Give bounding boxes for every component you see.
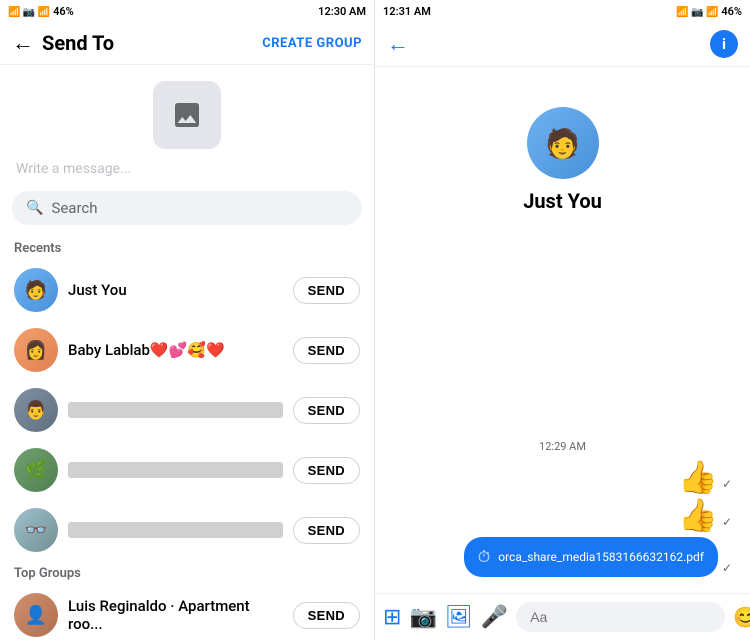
list-item[interactable]: 👨 SEND — [0, 380, 374, 440]
chat-back-button[interactable]: ← — [387, 31, 710, 57]
message-row: ⏱ orca_share_media1583166632162.pdf ✓ — [393, 537, 732, 577]
contact-name-blurred — [68, 402, 283, 418]
info-button[interactable]: i — [710, 30, 738, 58]
chat-profile: 🧑 Just You — [385, 77, 740, 233]
emoji-icon[interactable]: 😊 — [733, 605, 750, 629]
check-icon-2: ✓ — [722, 515, 732, 529]
right-time: 12:31 AM — [383, 5, 431, 18]
mic-icon[interactable]: 🎤 — [481, 605, 508, 630]
list-item[interactable]: 🧑 Just You SEND — [0, 260, 374, 320]
file-name: orca_share_media1583166632162.pdf — [498, 550, 704, 564]
avatar: 👤 — [14, 593, 58, 637]
avatar: 🧑 — [14, 268, 58, 312]
top-groups-label: Top Groups — [0, 560, 374, 585]
avatar: 👨 — [14, 388, 58, 432]
chat-contact-name: Just You — [523, 189, 602, 213]
avatar: 🌿 — [14, 448, 58, 492]
send-button-luis[interactable]: SEND — [293, 602, 360, 629]
image-preview-container — [0, 65, 374, 157]
status-bar-container: 📶 📷 📶 46% 12:30 AM 12:31 AM 📶 📷 📶 46% — [0, 0, 750, 22]
thumbs-up-message-2: 👍 — [678, 499, 718, 531]
chat-avatar: 🧑 — [527, 107, 599, 179]
right-status-bar: 12:31 AM 📶 📷 📶 46% — [375, 0, 750, 22]
right-signal-icons: 📶 📷 📶 46% — [676, 5, 742, 18]
message-row: 👍 ✓ — [393, 499, 732, 531]
search-icon: 🔍 — [26, 200, 43, 216]
contact-name: Baby Lablab❤️💕🥰❤️ — [68, 341, 283, 359]
send-button-baby[interactable]: SEND — [293, 337, 360, 364]
back-button[interactable]: ← — [12, 30, 34, 56]
contact-name: Luis Reginaldo · Apartment roo... — [68, 597, 283, 633]
main-split: ← Send To CREATE GROUP Write a message..… — [0, 22, 750, 640]
write-message-placeholder: Write a message... — [0, 157, 374, 187]
contact-list: Recents 🧑 Just You SEND 👩 Baby Lablab❤️💕… — [0, 235, 374, 640]
contact-name: Just You — [68, 281, 283, 299]
check-icon-3: ✓ — [722, 561, 732, 575]
create-group-button[interactable]: CREATE GROUP — [262, 36, 362, 51]
send-button-3[interactable]: SEND — [293, 397, 360, 424]
contact-name-blurred — [68, 462, 283, 478]
message-row: 👍 ✓ — [393, 461, 732, 493]
file-icon: ⏱ — [478, 547, 490, 567]
right-header: ← i — [375, 22, 750, 67]
chat-input[interactable] — [516, 602, 725, 632]
chat-input-bar: ⊞ 📷 🖼 🎤 😊 👍 — [375, 593, 750, 640]
list-item[interactable]: 👩 Baby Lablab❤️💕🥰❤️ SEND — [0, 320, 374, 380]
image-preview-box — [153, 81, 221, 149]
left-header: ← Send To CREATE GROUP — [0, 22, 374, 65]
thumbs-up-message-1: 👍 — [678, 461, 718, 493]
page-title: Send To — [42, 31, 262, 55]
file-message[interactable]: ⏱ orca_share_media1583166632162.pdf — [464, 537, 718, 577]
right-panel: ← i 🧑 Just You 12:29 AM 👍 ✓ 👍 — [375, 22, 750, 640]
search-bar[interactable]: 🔍 Search — [12, 191, 362, 225]
chat-area: 🧑 Just You 12:29 AM 👍 ✓ 👍 ✓ — [375, 67, 750, 593]
photo-icon[interactable]: 🖼 — [445, 605, 473, 630]
grid-icon[interactable]: ⊞ — [383, 605, 401, 630]
search-label: Search — [51, 199, 97, 217]
left-signal-icons: 📶 📷 📶 46% — [8, 5, 74, 18]
list-item[interactable]: 👓 SEND — [0, 500, 374, 560]
list-item[interactable]: 🌿 SEND — [0, 440, 374, 500]
message-timestamp: 12:29 AM — [393, 440, 732, 453]
contact-name-blurred — [68, 522, 283, 538]
send-button-4[interactable]: SEND — [293, 457, 360, 484]
camera-icon[interactable]: 📷 — [409, 605, 436, 630]
avatar: 👓 — [14, 508, 58, 552]
list-item[interactable]: 👤 Luis Reginaldo · Apartment roo... SEND — [0, 585, 374, 640]
send-button-5[interactable]: SEND — [293, 517, 360, 544]
image-icon — [171, 99, 203, 131]
search-container: 🔍 Search — [0, 187, 374, 235]
recents-label: Recents — [0, 235, 374, 260]
messages-area: 12:29 AM 👍 ✓ 👍 ✓ ⏱ orca_share_media15831… — [385, 233, 740, 583]
avatar: 👩 — [14, 328, 58, 372]
send-button-just-you[interactable]: SEND — [293, 277, 360, 304]
left-panel: ← Send To CREATE GROUP Write a message..… — [0, 22, 375, 640]
check-icon-1: ✓ — [722, 477, 732, 491]
left-time: 12:30 AM — [318, 5, 366, 18]
left-status-bar: 📶 📷 📶 46% 12:30 AM — [0, 0, 375, 22]
